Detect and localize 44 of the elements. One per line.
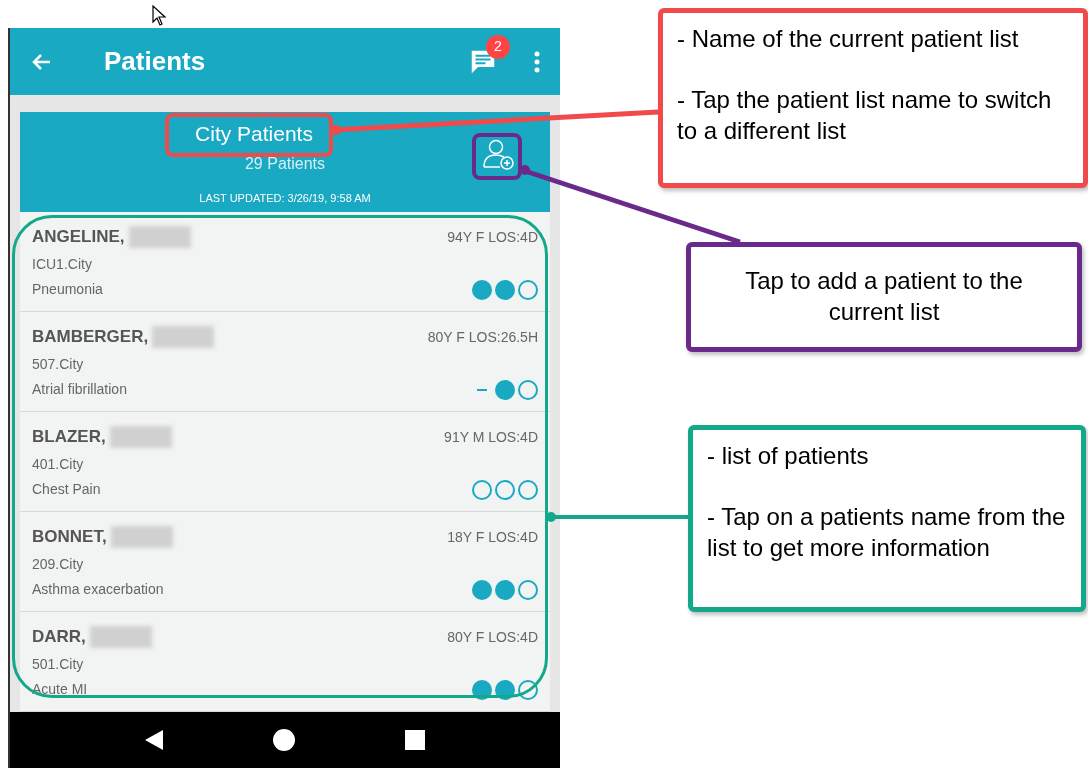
patient-row[interactable]: BONNET, 18Y F LOS:4D 209.City Asthma exacerbation xyxy=(20,512,550,612)
callout-text: - Tap on a patients name from the list to get more information xyxy=(707,502,1067,563)
patient-location: ICU1.City xyxy=(32,255,93,274)
patient-location: 209.City xyxy=(32,555,85,574)
patient-name: BONNET, xyxy=(32,526,107,549)
callout-text: - Tap the patient list name to switch to a different list xyxy=(677,85,1053,146)
patient-info: 94Y F LOS:4D xyxy=(447,227,538,247)
more-options-icon[interactable] xyxy=(534,50,540,73)
patient-name: DARR, xyxy=(32,626,86,649)
patient-location: 401.City xyxy=(32,455,85,474)
patient-name: ANGELINE, xyxy=(32,226,125,249)
patient-info: 18Y F LOS:4D xyxy=(447,527,538,547)
redacted-name-block xyxy=(110,526,173,548)
last-updated: LAST UPDATED: 3/26/19, 9:58 AM xyxy=(199,191,371,206)
notification-badge: 2 xyxy=(486,34,510,59)
redacted-name-block xyxy=(109,426,172,448)
patient-diagnosis: Acute MI xyxy=(32,680,88,699)
mouse-cursor-icon xyxy=(152,5,168,27)
patient-info: 91Y M LOS:4D xyxy=(444,427,538,447)
home-icon[interactable] xyxy=(273,729,295,751)
patient-row[interactable]: BLAZER, 91Y M LOS:4D 401.City Chest Pain xyxy=(20,412,550,512)
highlight-frame xyxy=(472,133,522,180)
redacted-name-block xyxy=(128,226,191,248)
callout-text: - list of patients xyxy=(707,441,869,471)
redacted-name-block xyxy=(89,626,152,648)
patient-name: BLAZER, xyxy=(32,426,106,449)
patient-location: 501.City xyxy=(32,655,85,674)
patient-diagnosis: Atrial fibrillation xyxy=(32,380,127,399)
back-icon[interactable] xyxy=(145,730,163,750)
callout-text: - Name of the current patient list xyxy=(677,24,1019,54)
patient-row[interactable]: BAMBERGER, 80Y F LOS:26.5H 507.City Atrial fibrillation xyxy=(20,312,550,412)
patient-diagnosis: Pneumonia xyxy=(32,280,103,299)
patient-diagnosis: Asthma exacerbation xyxy=(32,580,164,599)
redacted-name-block xyxy=(152,326,215,348)
patient-info: 80Y F LOS:26.5H xyxy=(427,327,538,347)
screen-title: Patients xyxy=(104,45,206,78)
patient-diagnosis: Chest Pain xyxy=(32,480,101,499)
patient-count: 29 Patients xyxy=(244,154,326,174)
patient-location: 507.City xyxy=(32,355,85,374)
patient-row[interactable]: ANGELINE, 94Y F LOS:4D ICU1.City Pneumonia xyxy=(20,212,550,312)
patient-name: BAMBERGER, xyxy=(32,326,149,349)
callout-text: Tap to add a patient to the current list xyxy=(744,266,1024,327)
add-person-icon[interactable] xyxy=(482,137,516,171)
patient-info: 80Y F LOS:4D xyxy=(447,627,538,647)
